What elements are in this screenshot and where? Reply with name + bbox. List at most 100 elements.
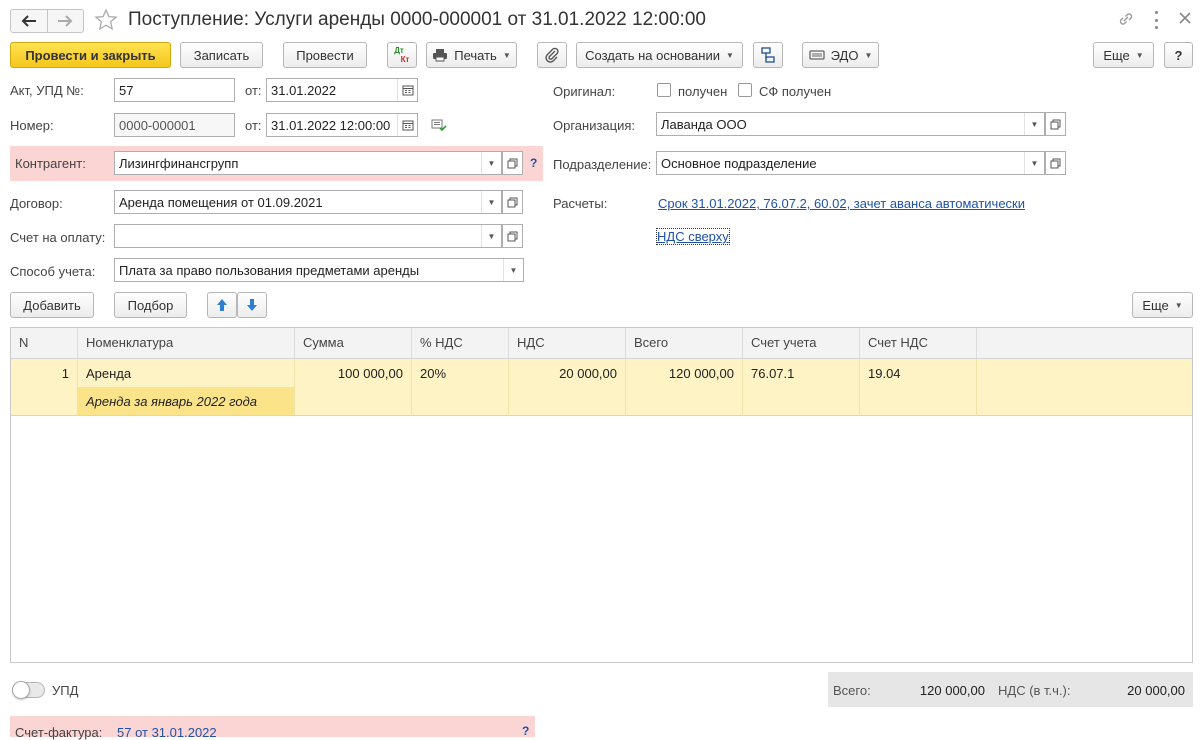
column-header-account[interactable]: Счет учета bbox=[743, 328, 860, 358]
invoice-label: Счет на оплату: bbox=[10, 230, 106, 245]
items-table: N Номенклатура Сумма % НДС НДС Всего Сче… bbox=[10, 327, 1193, 663]
chevron-down-icon[interactable]: ▼ bbox=[481, 152, 501, 174]
more-label: Еще bbox=[1103, 47, 1130, 63]
contract-open-button[interactable] bbox=[502, 190, 523, 214]
post-button[interactable]: Провести bbox=[283, 42, 367, 68]
doc-datetime-value: 31.01.2022 12:00:00 bbox=[271, 118, 391, 133]
contractor-field[interactable]: Лизингфинансгрупп ▼ bbox=[114, 151, 502, 175]
upd-toggle[interactable] bbox=[12, 681, 45, 699]
vat-account-cell[interactable]: 19.04 bbox=[860, 359, 977, 416]
dt-label: Дт bbox=[394, 46, 404, 55]
move-up-button[interactable] bbox=[207, 292, 237, 318]
edo-icon bbox=[808, 50, 825, 60]
close-icon[interactable] bbox=[1177, 10, 1193, 29]
chevron-down-icon[interactable]: ▼ bbox=[481, 191, 501, 213]
column-header-total[interactable]: Всего bbox=[626, 328, 743, 358]
vat-cell[interactable]: 20 000,00 bbox=[509, 359, 626, 416]
vat-on-top-link[interactable]: НДС сверху bbox=[656, 228, 730, 245]
vat-rate-cell[interactable]: 20% bbox=[412, 359, 509, 416]
department-label: Подразделение: bbox=[553, 157, 652, 172]
sf-invoice-link[interactable]: 57 от 31.01.2022 bbox=[117, 725, 217, 740]
table-header: N Номенклатура Сумма % НДС НДС Всего Сче… bbox=[11, 328, 1192, 359]
arrow-up-icon bbox=[217, 299, 227, 311]
more-vertical-icon[interactable] bbox=[1153, 11, 1159, 29]
table-row[interactable]: 1 Аренда Аренда за январь 2022 года 100 … bbox=[11, 359, 1192, 416]
open-window-icon bbox=[507, 158, 518, 168]
settlements-link[interactable]: Срок 31.01.2022, 76.07.2, 60.02, зачет а… bbox=[658, 196, 1025, 211]
received-checkbox[interactable] bbox=[657, 83, 671, 97]
received-label: получен bbox=[678, 84, 728, 99]
kt-label: Кт bbox=[400, 55, 410, 64]
chevron-down-icon[interactable]: ▼ bbox=[503, 259, 523, 281]
add-row-button[interactable]: Добавить bbox=[10, 292, 94, 318]
dt-kt-button[interactable]: Дт Кт bbox=[387, 42, 417, 68]
act-date-from-label: от: bbox=[245, 83, 262, 98]
more-button[interactable]: Еще ▼ bbox=[1093, 42, 1154, 68]
move-down-button[interactable] bbox=[237, 292, 267, 318]
toggle-knob bbox=[12, 681, 30, 699]
item-description[interactable]: Аренда за январь 2022 года bbox=[78, 387, 295, 415]
contract-field[interactable]: Аренда помещения от 01.09.2021 ▼ bbox=[114, 190, 502, 214]
paperclip-icon bbox=[545, 47, 559, 63]
chevron-down-icon: ▼ bbox=[725, 50, 734, 60]
invoice-help-icon[interactable]: ? bbox=[522, 724, 529, 738]
help-button[interactable]: ? bbox=[1164, 42, 1193, 68]
act-number-field[interactable]: 57 bbox=[114, 78, 235, 102]
document-check-icon[interactable] bbox=[431, 118, 447, 135]
contractor-help-icon[interactable]: ? bbox=[530, 156, 537, 170]
structure-button[interactable] bbox=[753, 42, 783, 68]
doc-datetime-field[interactable]: 31.01.2022 12:00:00 bbox=[266, 113, 418, 137]
calendar-icon[interactable] bbox=[397, 79, 417, 101]
department-field[interactable]: Основное подразделение ▼ bbox=[656, 151, 1045, 175]
contract-value: Аренда помещения от 01.09.2021 bbox=[119, 195, 323, 210]
save-button[interactable]: Записать bbox=[180, 42, 263, 68]
invoice-open-button[interactable] bbox=[502, 224, 523, 248]
create-based-on-label: Создать на основании bbox=[585, 47, 720, 63]
help-label: ? bbox=[1174, 47, 1183, 63]
number-field[interactable]: 0000-000001 bbox=[114, 113, 235, 137]
favorite-star-icon[interactable] bbox=[94, 8, 118, 35]
column-header-vat-account[interactable]: Счет НДС bbox=[860, 328, 977, 358]
chevron-down-icon[interactable]: ▼ bbox=[1024, 113, 1044, 135]
act-date-value: 31.01.2022 bbox=[271, 83, 337, 98]
link-icon[interactable] bbox=[1117, 10, 1135, 31]
department-value: Основное подразделение bbox=[661, 156, 817, 171]
document-structure-icon bbox=[761, 47, 775, 63]
organization-field[interactable]: Лаванда ООО ▼ bbox=[656, 112, 1045, 136]
calendar-icon[interactable] bbox=[397, 114, 417, 136]
print-button[interactable]: Печать ▼ bbox=[426, 42, 517, 68]
back-button[interactable] bbox=[11, 10, 48, 32]
chevron-down-icon[interactable]: ▼ bbox=[481, 225, 501, 247]
attach-button[interactable] bbox=[537, 42, 567, 68]
printer-icon bbox=[433, 49, 448, 62]
column-header-n[interactable]: N bbox=[11, 328, 78, 358]
column-header-vat-rate[interactable]: % НДС bbox=[412, 328, 509, 358]
column-header-item[interactable]: Номенклатура bbox=[78, 328, 295, 358]
pick-button[interactable]: Подбор bbox=[114, 292, 187, 318]
item-name[interactable]: Аренда bbox=[78, 359, 295, 387]
total-cell[interactable]: 120 000,00 bbox=[626, 359, 743, 416]
contractor-open-button[interactable] bbox=[502, 151, 523, 175]
table-more-button[interactable]: Еще ▼ bbox=[1132, 292, 1193, 318]
number-label: Номер: bbox=[10, 118, 54, 133]
accounting-method-field[interactable]: Плата за право пользования предметами ар… bbox=[114, 258, 524, 282]
edo-button[interactable]: ЭДО ▼ bbox=[802, 42, 879, 68]
act-date-field[interactable]: 31.01.2022 bbox=[266, 78, 418, 102]
account-cell[interactable]: 76.07.1 bbox=[743, 359, 860, 416]
create-based-on-button[interactable]: Создать на основании ▼ bbox=[576, 42, 743, 68]
column-header-sum[interactable]: Сумма bbox=[295, 328, 412, 358]
sf-received-checkbox[interactable] bbox=[738, 83, 752, 97]
accounting-method-value: Плата за право пользования предметами ар… bbox=[119, 263, 420, 278]
total-value: 120 000,00 bbox=[919, 683, 985, 698]
chevron-down-icon[interactable]: ▼ bbox=[1024, 152, 1044, 174]
department-open-button[interactable] bbox=[1045, 151, 1066, 175]
column-header-vat[interactable]: НДС bbox=[509, 328, 626, 358]
row-number: 1 bbox=[11, 359, 78, 416]
settlements-label: Расчеты: bbox=[553, 196, 608, 211]
post-and-close-button[interactable]: Провести и закрыть bbox=[10, 42, 171, 68]
organization-open-button[interactable] bbox=[1045, 112, 1066, 136]
sum-cell[interactable]: 100 000,00 bbox=[295, 359, 412, 416]
sf-invoice-label: Счет-фактура: bbox=[15, 725, 103, 740]
forward-button[interactable] bbox=[48, 10, 84, 32]
invoice-field[interactable]: ▼ bbox=[114, 224, 502, 248]
